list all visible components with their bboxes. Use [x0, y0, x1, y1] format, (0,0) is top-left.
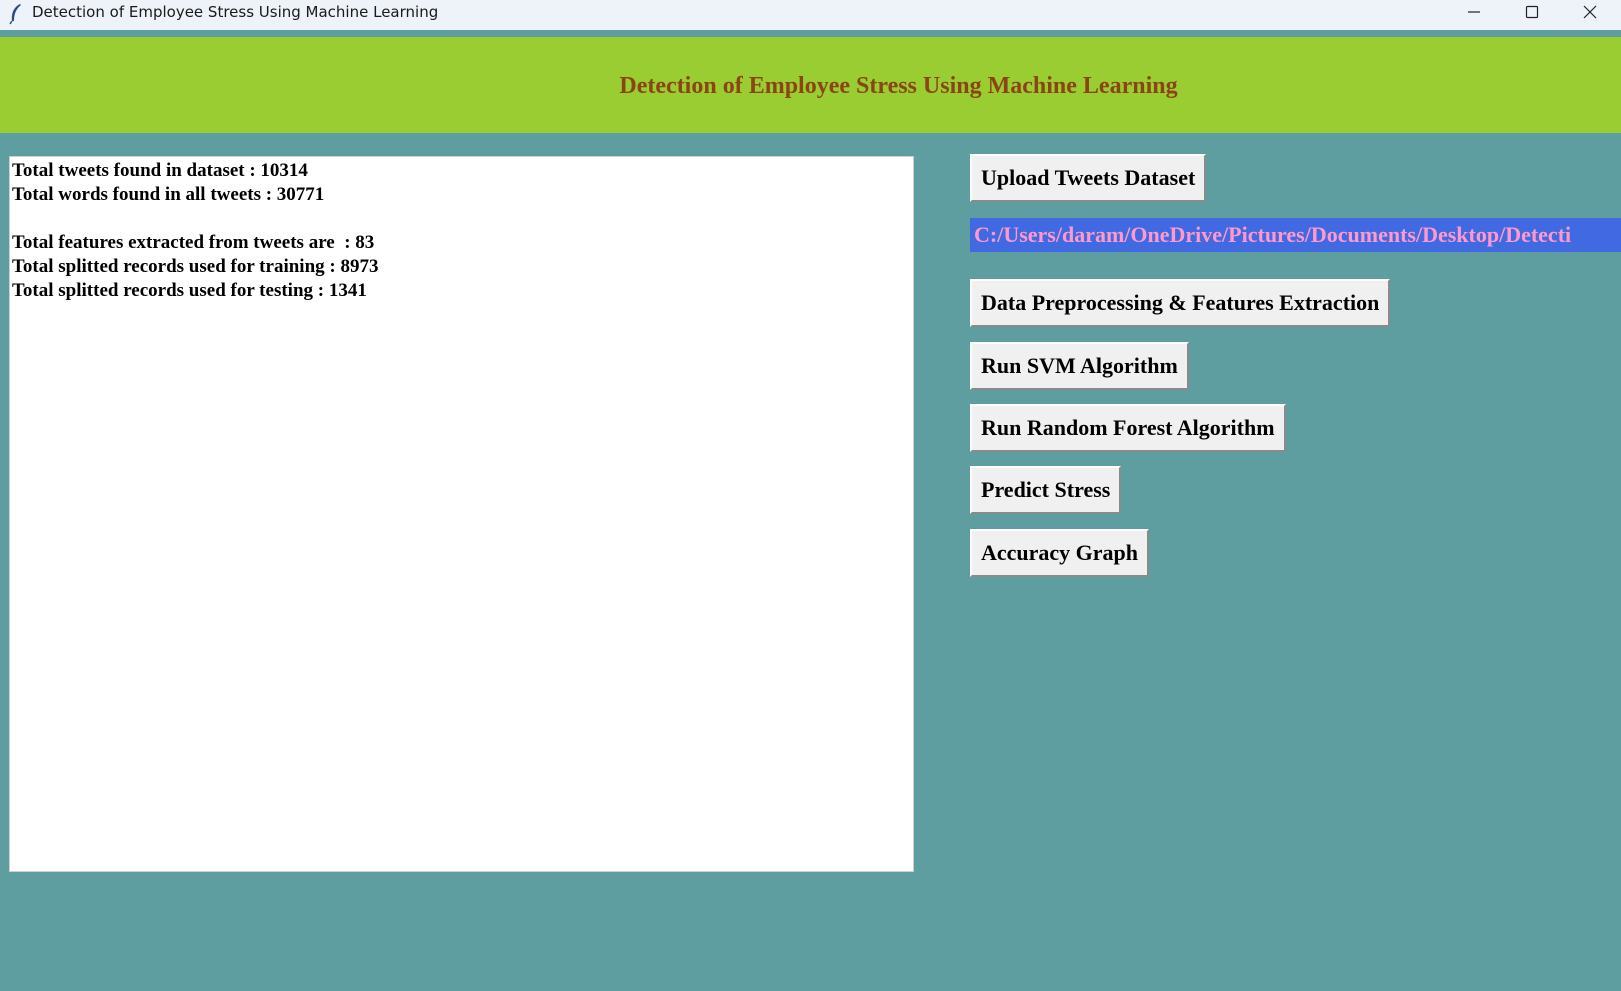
dataset-path-label: C:/Users/daram/OneDrive/Pictures/Documen…	[970, 218, 1621, 252]
predict-stress-button[interactable]: Predict Stress	[970, 466, 1122, 514]
maximize-button[interactable]	[1503, 0, 1561, 24]
output-line: Total tweets found in dataset : 10314	[12, 160, 308, 181]
app-window: Detection of Employee Stress Using Machi…	[0, 30, 1621, 991]
window-title: Detection of Employee Stress Using Machi…	[32, 3, 439, 21]
page-title: Detection of Employee Stress Using Machi…	[619, 73, 1178, 99]
accuracy-graph-button[interactable]: Accuracy Graph	[970, 529, 1150, 577]
preprocess-button[interactable]: Data Preprocessing & Features Extraction	[970, 279, 1391, 327]
minimize-icon	[1467, 5, 1481, 19]
header-band: Detection of Employee Stress Using Machi…	[0, 37, 1621, 133]
run-random-forest-button[interactable]: Run Random Forest Algorithm	[970, 404, 1286, 452]
close-icon	[1583, 5, 1597, 19]
output-line: Total features extracted from tweets are…	[12, 232, 375, 253]
output-line: Total splitted records used for training…	[12, 256, 379, 277]
maximize-icon	[1525, 5, 1539, 19]
window-titlebar: Detection of Employee Stress Using Machi…	[0, 0, 1621, 30]
upload-dataset-button[interactable]: Upload Tweets Dataset	[970, 154, 1207, 202]
feather-icon	[8, 3, 24, 25]
output-text-area[interactable]: Total tweets found in dataset : 10314 Tot…	[9, 156, 914, 872]
close-button[interactable]	[1561, 0, 1619, 24]
minimize-button[interactable]	[1445, 0, 1503, 24]
output-line: Total splitted records used for testing …	[12, 280, 367, 301]
run-svm-button[interactable]: Run SVM Algorithm	[970, 342, 1189, 390]
output-line: Total words found in all tweets : 30771	[12, 184, 325, 205]
